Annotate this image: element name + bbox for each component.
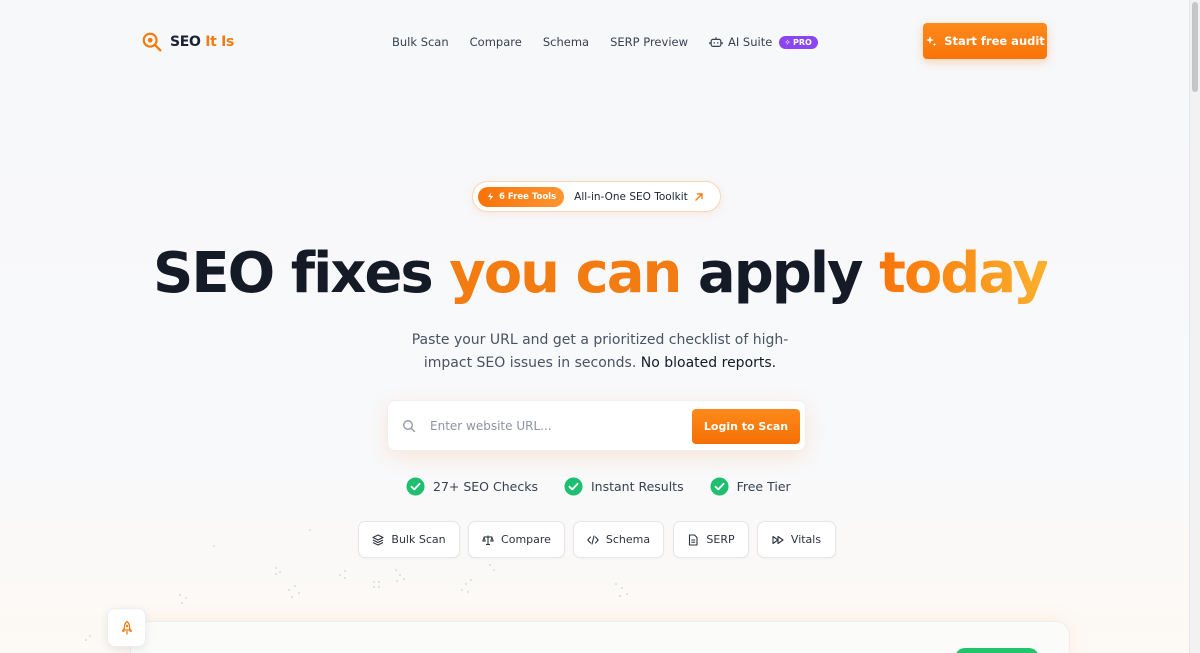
- feature-item: Instant Results: [564, 476, 684, 496]
- start-free-audit-button[interactable]: Start free audit: [923, 23, 1047, 59]
- check-circle-icon: [710, 476, 729, 496]
- check-circle-icon: [406, 476, 425, 496]
- layers-icon: [372, 533, 384, 546]
- arrow-up-right-icon: [695, 192, 703, 201]
- subtitle-line-2: impact SEO issues in seconds.: [423, 355, 637, 371]
- sparkle-icon: ✧: [784, 37, 791, 47]
- robot-icon: [709, 37, 723, 47]
- feature-list: 27+ SEO Checks Instant Results Free Tier: [406, 475, 791, 497]
- logo[interactable]: SEO It Is: [141, 30, 234, 54]
- document-icon: [689, 533, 698, 546]
- tool-chip-label: SERP: [706, 533, 735, 546]
- url-search-box: Login to Scan: [387, 400, 806, 451]
- nav-item-serp-preview[interactable]: SERP Preview: [610, 35, 688, 49]
- check-circle-icon: [564, 476, 583, 496]
- sparkles-icon: [926, 36, 937, 47]
- tool-chip-bulk-scan[interactable]: Bulk Scan: [358, 521, 460, 558]
- fast-forward-icon: [772, 535, 784, 544]
- site-header: SEO It Is Bulk Scan Compare Schema SERP …: [0, 0, 1200, 84]
- pro-badge: ✧ PRO: [779, 35, 818, 49]
- nav-item-compare[interactable]: Compare: [470, 35, 522, 49]
- toolkit-pill[interactable]: 6 Free Tools All-in-One SEO Toolkit: [472, 181, 721, 212]
- headline-part-3: apply: [680, 241, 880, 306]
- headline-accent-1: you can: [449, 241, 682, 306]
- hero-headline: SEO fixes you can apply today: [0, 238, 1200, 310]
- tool-chip-label: Compare: [501, 533, 551, 546]
- rocket-icon: [121, 620, 132, 635]
- tool-chip-serp[interactable]: SERP: [673, 521, 749, 558]
- free-tools-badge-label: 6 Free Tools: [499, 191, 557, 202]
- feature-item: 27+ SEO Checks: [406, 476, 538, 496]
- hero-subtitle: Paste your URL and get a prioritized che…: [400, 329, 800, 375]
- status-pill: [955, 648, 1039, 653]
- feature-label: 27+ SEO Checks: [433, 478, 538, 494]
- feature-label: Free Tier: [736, 478, 791, 494]
- tool-chip-vitals[interactable]: Vitals: [757, 521, 836, 558]
- url-input[interactable]: [430, 415, 670, 437]
- feature-label: Instant Results: [590, 478, 684, 494]
- tool-chip-compare[interactable]: Compare: [468, 521, 565, 558]
- scrollbar-thumb[interactable]: [1192, 2, 1198, 92]
- toolkit-pill-text: All-in-One SEO Toolkit: [574, 190, 688, 203]
- preview-panel: [130, 621, 1070, 653]
- feature-item: Free Tier: [710, 476, 791, 496]
- subtitle-emphasis: No bloated reports.: [640, 355, 777, 371]
- tool-chip-label: Bulk Scan: [391, 533, 446, 546]
- scrollbar[interactable]: [1189, 0, 1200, 653]
- nav-item-bulk-scan[interactable]: Bulk Scan: [392, 35, 449, 49]
- logo-name-primary: SEO: [170, 34, 201, 50]
- tool-chip-label: Schema: [605, 533, 651, 546]
- main-nav: Bulk Scan Compare Schema SERP Preview AI…: [392, 32, 818, 52]
- headline-accent-2: today: [879, 241, 1049, 306]
- free-tools-badge: 6 Free Tools: [478, 186, 565, 207]
- code-icon: [587, 534, 599, 545]
- tool-chip-label: Vitals: [790, 533, 822, 546]
- magnifier-icon: [142, 32, 162, 52]
- logo-name-accent: It Is: [205, 34, 235, 50]
- nav-item-ai-suite[interactable]: AI Suite ✧ PRO: [709, 35, 818, 49]
- bolt-icon: [487, 192, 494, 201]
- start-free-audit-label: Start free audit: [944, 34, 1045, 48]
- scale-icon: [482, 535, 494, 545]
- nav-item-schema[interactable]: Schema: [543, 35, 589, 49]
- pro-badge-label: PRO: [793, 37, 812, 47]
- login-to-scan-button[interactable]: Login to Scan: [692, 409, 800, 444]
- tool-chip-schema[interactable]: Schema: [573, 521, 664, 558]
- search-icon: [403, 420, 416, 433]
- headline-part-1: SEO fixes: [153, 241, 450, 306]
- ai-suite-label: AI Suite: [728, 35, 773, 49]
- subtitle-line-1: Paste your URL and get a prioritized che…: [411, 332, 789, 348]
- rocket-button[interactable]: [107, 608, 146, 647]
- logo-text: SEO It Is: [170, 34, 234, 50]
